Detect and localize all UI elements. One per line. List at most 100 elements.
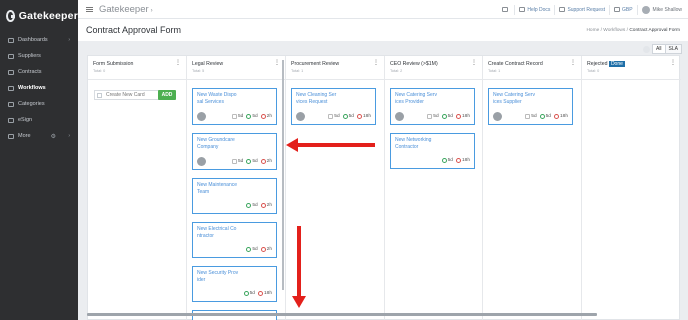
- app-title[interactable]: Gatekeeper ›: [99, 4, 153, 15]
- card-time-value: 18h: [461, 158, 470, 163]
- card-time-value: 2h: [266, 247, 272, 252]
- sidebar-item-esign[interactable]: eSign: [0, 112, 78, 128]
- card-new-cleaning-services[interactable]: New Cleaning Ser vices Request 5d 5d 18h: [291, 88, 376, 125]
- categories-icon: [8, 101, 14, 107]
- card-new-catering-services-supplier[interactable]: New Catering Serv ices Supplier 5d 5d 18…: [488, 88, 573, 125]
- help-docs-link[interactable]: Help Docs: [527, 7, 550, 13]
- sidebar-item-suppliers[interactable]: Suppliers: [0, 48, 78, 64]
- user-name[interactable]: Mike Shallow: [653, 7, 682, 13]
- card-footer: 5d 5d 2h: [197, 112, 272, 121]
- checklist-icon: [231, 159, 237, 164]
- card-footer: 5d 18h: [395, 156, 470, 165]
- page-header: Contract Approval Form Home / Workflows …: [78, 19, 688, 41]
- menu-toggle-icon[interactable]: [86, 6, 93, 12]
- card-time-value: 2h: [266, 203, 272, 208]
- support-request-link[interactable]: Support Request: [567, 7, 605, 13]
- sidebar-item-workflows[interactable]: Workflows: [0, 80, 78, 96]
- card-sla-value: 5d: [249, 291, 255, 296]
- column-title: Create Contract Record: [488, 61, 543, 67]
- sidebar-nav: Dashboards › Suppliers Contracts Workflo…: [0, 32, 78, 144]
- chevron-right-icon: ›: [68, 133, 70, 139]
- annotation-arrow-left-shaft: [296, 143, 375, 147]
- sidebar: Gatekeeper Dashboards › Suppliers Contra…: [0, 0, 78, 320]
- clock-icon: [260, 247, 266, 252]
- filter-sla-button[interactable]: SLA: [664, 44, 682, 54]
- more-vert-icon[interactable]: ⋮: [175, 60, 181, 66]
- column-total: Total: 5: [192, 69, 205, 73]
- horizontal-scrollbar[interactable]: [87, 313, 597, 316]
- more-vert-icon[interactable]: ⋮: [373, 60, 379, 66]
- column-title: Legal Review: [192, 61, 224, 67]
- sidebar-item-label: Contracts: [18, 69, 42, 75]
- column-title: Form Submission: [93, 61, 134, 67]
- avatar: [296, 112, 305, 121]
- logo[interactable]: Gatekeeper: [0, 0, 78, 32]
- card-title: sal Services: [197, 98, 224, 105]
- column-header: CEO Review (>$1M) Total: 2 ⋮: [385, 56, 482, 80]
- gear-icon[interactable]: ⚙: [51, 133, 56, 140]
- column-form-submission: Form Submission Total: 0 ⋮ ADD: [88, 56, 187, 320]
- avatar[interactable]: [641, 5, 650, 14]
- vertical-scrollbar[interactable]: [282, 60, 284, 290]
- sidebar-item-categories[interactable]: Categories: [0, 96, 78, 112]
- more-vert-icon[interactable]: ⋮: [570, 60, 576, 66]
- currency-icon: [613, 7, 620, 12]
- more-vert-icon[interactable]: ⋮: [471, 60, 477, 66]
- mail-icon[interactable]: [502, 7, 509, 12]
- column-header: Rejected Done Total: 0 ⋮: [582, 56, 681, 80]
- clock-icon: [553, 114, 559, 119]
- card-new-security-provider[interactable]: New Security Prov ider 5d 18h: [192, 266, 277, 302]
- column-header: Procurement Review Total: 1 ⋮: [286, 56, 384, 80]
- check-circle-icon: [246, 203, 252, 208]
- esign-icon: [8, 117, 14, 123]
- check-circle-icon: [246, 247, 252, 252]
- card-checkbox[interactable]: [97, 92, 102, 98]
- card-checklist-value: 5d: [237, 159, 244, 164]
- card-new-networking-contractor[interactable]: New Networking Contractor 5d 18h: [390, 133, 475, 169]
- card-checklist-value: 5d: [433, 114, 439, 119]
- card-footer: 5d 5d 2h: [197, 157, 272, 166]
- clock-icon: [257, 291, 263, 296]
- kanban-board: Form Submission Total: 0 ⋮ ADD Legal Rev…: [87, 55, 681, 320]
- card-title: Team: [197, 188, 210, 195]
- sidebar-item-dashboards[interactable]: Dashboards ›: [0, 32, 78, 48]
- card-new-electrical-contractor[interactable]: New Electrical Co ntractor 5d 2h: [192, 222, 277, 258]
- card-sla-value: 5d: [252, 247, 258, 252]
- filter-all-button[interactable]: All: [651, 44, 666, 54]
- breadcrumb-home[interactable]: Home: [586, 28, 599, 33]
- card-sla-value: 5d: [252, 114, 258, 119]
- checklist-icon: [427, 114, 433, 119]
- sidebar-item-label: More: [18, 133, 31, 139]
- column-header: Form Submission Total: 0 ⋮: [88, 56, 186, 80]
- divider: [554, 4, 556, 15]
- card-new-maintenance-team[interactable]: New Maintenance Team 5d 2h: [192, 178, 277, 214]
- card-new-waste-disposal[interactable]: New Waste Dispo sal Services 5d 5d 2h: [192, 88, 277, 125]
- check-circle-icon: [243, 291, 249, 296]
- card-sla-value: 5d: [545, 114, 551, 119]
- sidebar-item-contracts[interactable]: Contracts: [0, 64, 78, 80]
- card-time-value: 18h: [362, 114, 371, 119]
- column-total: Total: 1: [291, 69, 304, 73]
- add-card-button[interactable]: ADD: [158, 90, 176, 100]
- column-ceo-review: CEO Review (>$1M) Total: 2 ⋮ New Caterin…: [385, 56, 483, 320]
- card-new-catering-services-provider[interactable]: New Catering Serv ices Provider 5d 5d 18…: [390, 88, 475, 125]
- card-time-value: 2h: [266, 114, 272, 119]
- new-card-input[interactable]: [106, 92, 156, 98]
- divider: [636, 4, 638, 15]
- filter-icon[interactable]: [642, 45, 650, 53]
- card-footer: 5d 2h: [197, 201, 272, 210]
- annotation-arrow-left-icon: [286, 138, 298, 152]
- board-filters: All SLA: [642, 44, 682, 54]
- more-vert-icon[interactable]: ⋮: [274, 60, 280, 66]
- sidebar-item-label: Suppliers: [18, 53, 41, 59]
- card-checklist-value: 5d: [334, 114, 340, 119]
- suppliers-icon: [8, 53, 14, 59]
- breadcrumb-workflows[interactable]: Workflows: [603, 28, 625, 33]
- card-new-groundcare-company[interactable]: New Groundcare Company 5d 5d 2h: [192, 133, 277, 170]
- more-vert-icon[interactable]: ⋮: [670, 60, 676, 66]
- sidebar-item-more[interactable]: More ⚙ ›: [0, 128, 78, 144]
- workflows-icon: [8, 85, 14, 91]
- clock-icon: [260, 159, 266, 164]
- currency-selector[interactable]: GBP: [622, 7, 633, 13]
- checklist-icon: [328, 114, 334, 119]
